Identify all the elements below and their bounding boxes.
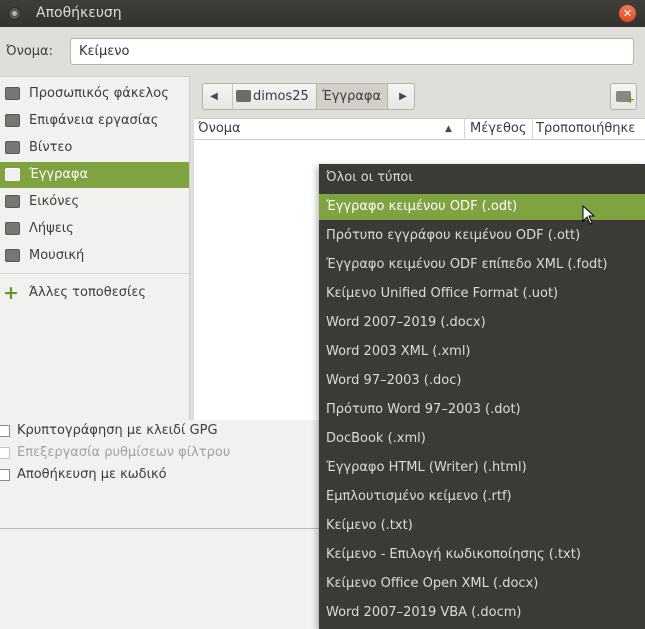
file-type-option[interactable]: Πρότυπο εγγράφου κειμένου ODF (.ott): [319, 223, 645, 249]
sidebar-item-pictures[interactable]: Εικόνες: [0, 189, 189, 215]
file-type-option[interactable]: Όλοι οι τύποι: [319, 165, 645, 191]
path-segment-home[interactable]: dimos25: [232, 84, 309, 109]
plus-icon: +: [3, 282, 19, 304]
sidebar-divider: [0, 273, 189, 274]
new-folder-icon: [616, 91, 635, 106]
video-icon: [5, 141, 20, 154]
filter-checkbox: [0, 447, 10, 459]
name-row: Όνομα:: [0, 36, 645, 68]
pictures-icon: [5, 195, 20, 208]
column-name[interactable]: Όνομα: [198, 119, 464, 139]
sidebar-item-documents[interactable]: Έγγραφα: [0, 162, 189, 188]
file-type-option[interactable]: Κείμενο Office Open XML (.docx): [319, 571, 645, 597]
file-type-option[interactable]: Εμπλουτισμένο κείμενο (.rtf): [319, 484, 645, 510]
file-type-option[interactable]: Word 97–2003 (.doc): [319, 368, 645, 394]
column-size[interactable]: Μέγεθος: [464, 119, 532, 139]
home-icon: [236, 90, 251, 102]
file-type-option[interactable]: Έγγραφο κειμένου ODF επίπεδο XML (.fodt): [319, 252, 645, 278]
window-title: Αποθήκευση: [36, 5, 122, 21]
path-segment-label: Έγγραφα: [322, 89, 382, 104]
home-folder-icon: [5, 87, 20, 100]
file-type-option[interactable]: DocBook (.xml): [319, 426, 645, 452]
gpg-checkbox[interactable]: [0, 425, 10, 437]
window-menu-icon[interactable]: [8, 7, 21, 20]
sort-ascending-icon: ▲: [445, 124, 452, 134]
file-type-dropdown[interactable]: Όλοι οι τύποι Έγγραφο κειμένου ODF (.odt…: [319, 164, 645, 629]
sidebar-item-label: Προσωπικός φάκελος: [29, 86, 169, 101]
file-type-option[interactable]: Word 2007–2019 VBA (.docm): [319, 600, 645, 626]
sidebar-item-desktop[interactable]: Επιφάνεια εργασίας: [0, 108, 189, 134]
file-type-option[interactable]: Word 2007–2019 (.docx): [319, 310, 645, 336]
sidebar-item-label: Άλλες τοποθεσίες: [29, 285, 147, 300]
file-type-option[interactable]: Κείμενο (.txt): [319, 513, 645, 539]
file-type-option[interactable]: Word 2003 XML (.xml): [319, 339, 645, 365]
path-bar: ◀ dimos25 Έγγραφα ▶: [202, 83, 415, 110]
column-modified[interactable]: Τροποποιήθηκε: [532, 119, 645, 139]
path-segment-current[interactable]: Έγγραφα: [316, 84, 388, 109]
downloads-icon: [5, 222, 20, 235]
title-bar: Αποθήκευση ✕: [0, 0, 645, 27]
places-sidebar: Προσωπικός φάκελος Επιφάνεια εργασίας Βί…: [0, 76, 190, 420]
file-type-option-highlighted[interactable]: Έγγραφο κειμένου ODF (.odt): [319, 194, 645, 220]
name-label: Όνομα:: [6, 44, 53, 59]
gpg-label: Κρυπτογράφηση με κλειδί GPG: [17, 423, 218, 438]
file-type-option[interactable]: Έγγραφο HTML (Writer) (.html): [319, 455, 645, 481]
file-type-option[interactable]: Πρότυπο Word 97–2003 (.dot): [319, 397, 645, 423]
sidebar-item-music[interactable]: Μουσική: [0, 243, 189, 269]
music-icon: [5, 249, 20, 262]
create-folder-button[interactable]: [610, 83, 637, 110]
file-list-header: Όνομα ▲ Μέγεθος Τροποποιήθηκε: [194, 119, 645, 140]
path-segment-label: dimos25: [253, 89, 309, 104]
filename-input[interactable]: [70, 38, 634, 65]
sidebar-item-label: Εικόνες: [29, 194, 80, 209]
sidebar-item-label: Λήψεις: [29, 221, 74, 236]
sidebar-item-label: Επιφάνεια εργασίας: [29, 113, 159, 128]
password-label: Αποθήκευση με κωδικό: [17, 467, 167, 482]
file-type-option[interactable]: Κείμενο Unified Office Format (.uot): [319, 281, 645, 307]
sidebar-item-other-locations[interactable]: + Άλλες τοποθεσίες: [0, 280, 189, 306]
filter-label: Επεξεργασία ρυθμίσεων φίλτρου: [17, 445, 231, 460]
close-icon[interactable]: ✕: [619, 5, 636, 22]
desktop-icon: [5, 114, 20, 127]
file-type-option[interactable]: Κείμενο - Επιλογή κωδικοποίησης (.txt): [319, 542, 645, 568]
password-checkbox[interactable]: [0, 469, 10, 481]
sidebar-item-label: Μουσική: [29, 248, 85, 263]
sidebar-item-downloads[interactable]: Λήψεις: [0, 216, 189, 242]
path-back-arrow-icon[interactable]: ◀: [203, 84, 225, 109]
sidebar-item-videos[interactable]: Βίντεο: [0, 135, 189, 161]
documents-icon: [5, 168, 20, 181]
sidebar-item-label: Βίντεο: [29, 140, 73, 155]
sidebar-item-home[interactable]: Προσωπικός φάκελος: [0, 81, 189, 107]
path-forward-arrow-icon[interactable]: ▶: [392, 84, 414, 109]
sidebar-item-label: Έγγραφα: [29, 167, 89, 182]
mouse-pointer-icon: [582, 205, 596, 225]
